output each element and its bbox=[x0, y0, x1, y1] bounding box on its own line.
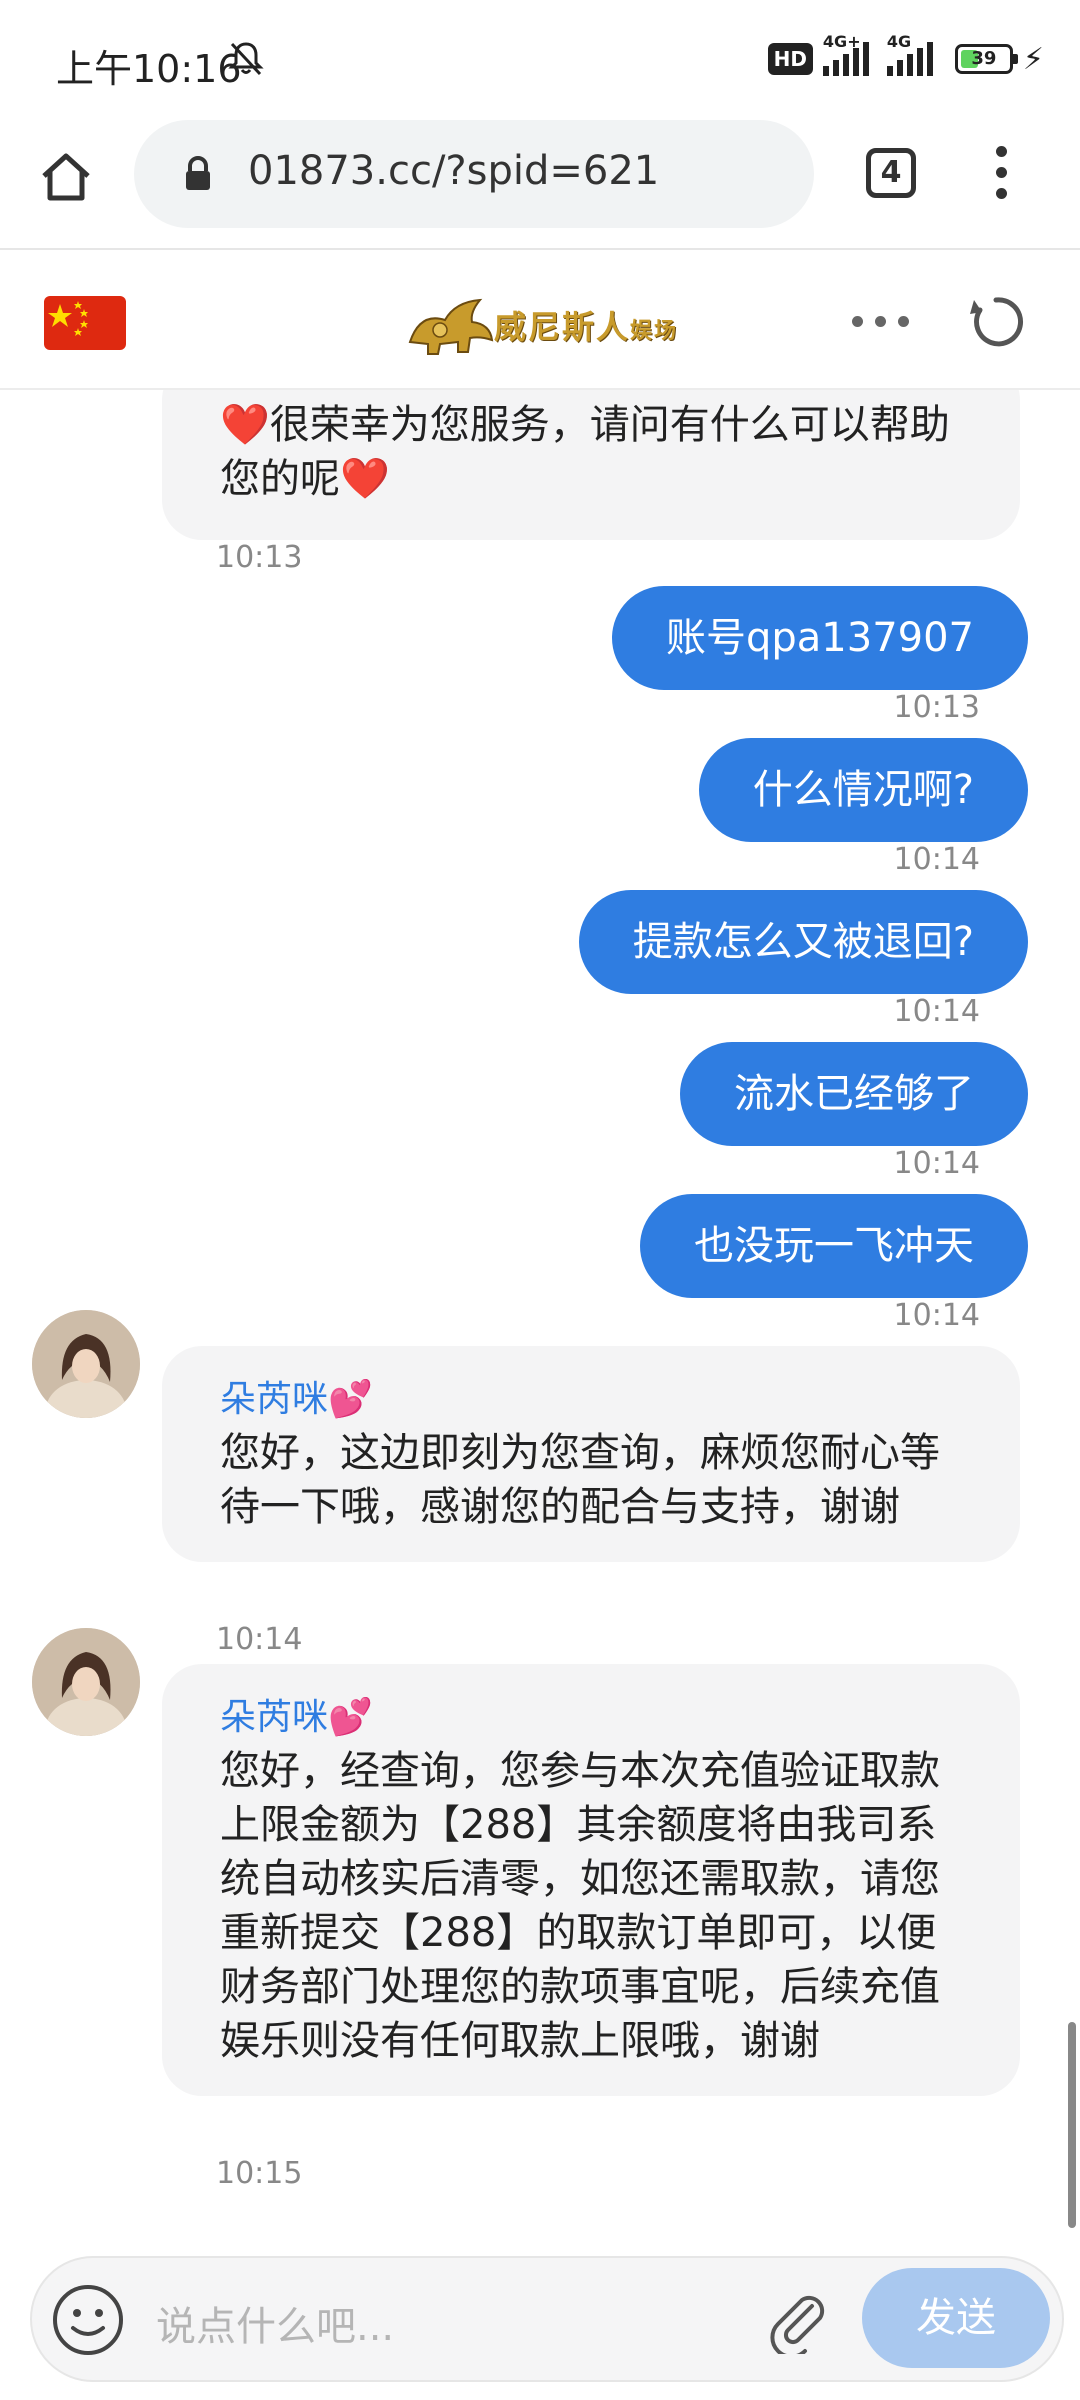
signal-label: 4G+ bbox=[822, 32, 861, 51]
china-flag-icon[interactable] bbox=[44, 296, 126, 350]
outgoing-message: 提款怎么又被退回? bbox=[578, 890, 1028, 994]
emoji-icon[interactable] bbox=[50, 2282, 126, 2358]
message-input[interactable]: 说点什么吧... bbox=[156, 2294, 394, 2352]
message-input-bar: 说点什么吧... 发送 bbox=[30, 2256, 1064, 2382]
agent-avatar[interactable] bbox=[32, 1310, 140, 1418]
message-timestamp: 10:14 bbox=[893, 994, 980, 1029]
tab-switcher-button[interactable]: 4 bbox=[866, 148, 916, 198]
incoming-message: 朵芮咪💕 您好，这边即刻为您查询，麻烦您耐心等待一下哦，感谢您的配合与支持，谢谢 bbox=[162, 1346, 1020, 1562]
message-timestamp: 10:14 bbox=[216, 1622, 303, 1657]
agent-name: 朵芮咪💕 bbox=[220, 1697, 373, 1738]
message-timestamp: 10:13 bbox=[216, 540, 303, 575]
message-timestamp: 10:15 bbox=[216, 2156, 303, 2191]
home-icon[interactable] bbox=[38, 148, 94, 204]
battery-level: 39 bbox=[971, 48, 997, 69]
winged-lion-logo-icon bbox=[408, 298, 494, 355]
message-timestamp: 10:13 bbox=[893, 690, 980, 725]
app-header: 威尼斯人娱场 bbox=[0, 248, 1080, 390]
status-bar: 上午10:16 HD 4G+ 4G 39 ⚡ bbox=[0, 0, 1080, 120]
outgoing-message: 什么情况啊? bbox=[698, 738, 1028, 842]
signal-icon: 4G+ bbox=[822, 32, 869, 76]
lock-icon bbox=[186, 156, 210, 190]
more-menu-icon[interactable] bbox=[852, 316, 909, 327]
url-text[interactable]: 01873.cc/?spid=621 bbox=[248, 148, 659, 194]
incoming-message: ❤️很荣幸为您服务，请问有什么可以帮助您的呢❤️ bbox=[162, 390, 1020, 540]
message-timestamp: 10:14 bbox=[893, 842, 980, 877]
address-bar[interactable]: 01873.cc/?spid=621 bbox=[134, 120, 814, 228]
attachment-icon[interactable] bbox=[762, 2284, 832, 2354]
incoming-message: 朵芮咪💕 您好，经查询，您参与本次充值验证取款上限金额为【288】其余额度将由我… bbox=[162, 1664, 1020, 2096]
refresh-icon[interactable] bbox=[966, 292, 1026, 352]
outgoing-message: 账号qpa137907 bbox=[612, 586, 1028, 690]
signal-label: 4G bbox=[886, 32, 912, 51]
brand-logo: 威尼斯人娱场 bbox=[400, 290, 678, 360]
message-text: 您好，这边即刻为您查询，麻烦您耐心等待一下哦，感谢您的配合与支持，谢谢 bbox=[220, 1430, 940, 1530]
hd-icon: HD bbox=[767, 43, 813, 75]
browser-toolbar: 01873.cc/?spid=621 4 bbox=[0, 120, 1080, 248]
signal-icon: 4G bbox=[886, 32, 933, 76]
outgoing-message: 也没玩一飞冲天 bbox=[640, 1194, 1028, 1298]
message-timestamp: 10:14 bbox=[893, 1298, 980, 1333]
more-options-icon[interactable] bbox=[996, 146, 1008, 202]
mute-bell-icon bbox=[228, 42, 264, 76]
brand-name: 威尼斯人娱场 bbox=[494, 308, 679, 346]
message-text: 您好，经查询，您参与本次充值验证取款上限金额为【288】其余额度将由我司系统自动… bbox=[220, 1748, 940, 2064]
chat-message-list[interactable]: ❤️很荣幸为您服务，请问有什么可以帮助您的呢❤️ 10:13 账号qpa1379… bbox=[0, 390, 1080, 2250]
status-time: 上午10:16 bbox=[56, 47, 242, 91]
agent-avatar[interactable] bbox=[32, 1628, 140, 1736]
outgoing-message: 流水已经够了 bbox=[680, 1042, 1028, 1146]
message-timestamp: 10:14 bbox=[893, 1146, 980, 1181]
scrollbar[interactable] bbox=[1068, 2022, 1076, 2228]
charging-icon: ⚡ bbox=[1022, 41, 1044, 77]
battery-icon: 39 bbox=[954, 44, 1018, 74]
send-button[interactable]: 发送 bbox=[862, 2268, 1050, 2368]
message-text: ❤️很荣幸为您服务，请问有什么可以帮助您的呢❤️ bbox=[220, 402, 950, 502]
agent-name: 朵芮咪💕 bbox=[220, 1379, 373, 1420]
